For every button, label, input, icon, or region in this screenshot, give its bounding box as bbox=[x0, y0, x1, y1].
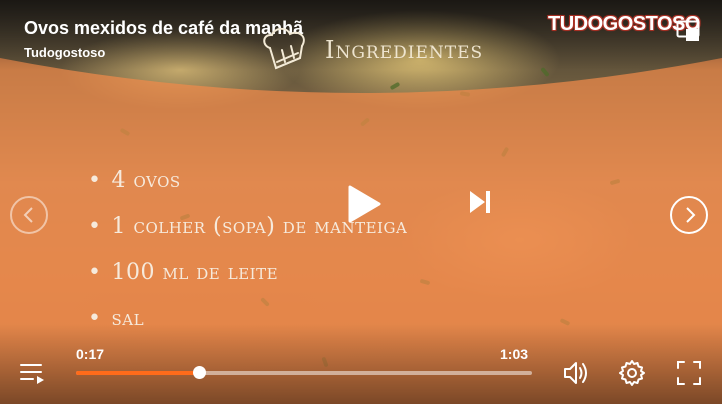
play-icon[interactable] bbox=[346, 184, 382, 224]
gear-icon[interactable] bbox=[618, 359, 646, 387]
skip-next-icon[interactable] bbox=[468, 189, 492, 215]
duration: 1:03 bbox=[500, 346, 529, 362]
volume-icon[interactable] bbox=[562, 359, 590, 387]
ingredients-heading: Ingredientes bbox=[325, 36, 484, 64]
video-player[interactable]: Ovos mexidos de café da manhã Tudogostos… bbox=[0, 0, 722, 404]
next-video-button[interactable] bbox=[670, 196, 708, 234]
chevron-right-icon bbox=[686, 207, 696, 223]
progress-fill bbox=[76, 371, 200, 375]
ingredient-item: • 100 ml de leite bbox=[88, 250, 407, 296]
bullet: • bbox=[88, 306, 102, 331]
chevron-left-icon bbox=[23, 207, 33, 223]
ingredient-item: • sal bbox=[88, 296, 407, 342]
progress-bar[interactable] bbox=[76, 366, 532, 379]
ingredient-text: 100 ml de leite bbox=[111, 260, 279, 285]
bullet: • bbox=[88, 214, 102, 239]
bullet: • bbox=[88, 260, 102, 285]
fullscreen-icon[interactable] bbox=[675, 359, 703, 387]
channel-name[interactable]: Tudogostoso bbox=[24, 45, 105, 60]
previous-video-button[interactable] bbox=[10, 196, 48, 234]
bullet: • bbox=[88, 168, 102, 193]
ingredient-text: sal bbox=[111, 306, 145, 331]
picture-in-picture-icon[interactable] bbox=[676, 20, 700, 42]
current-time: 0:17 bbox=[76, 346, 105, 362]
ingredient-text: 4 ovos bbox=[111, 168, 181, 193]
playlist-icon[interactable] bbox=[19, 359, 47, 387]
chef-hat-icon bbox=[263, 27, 305, 70]
